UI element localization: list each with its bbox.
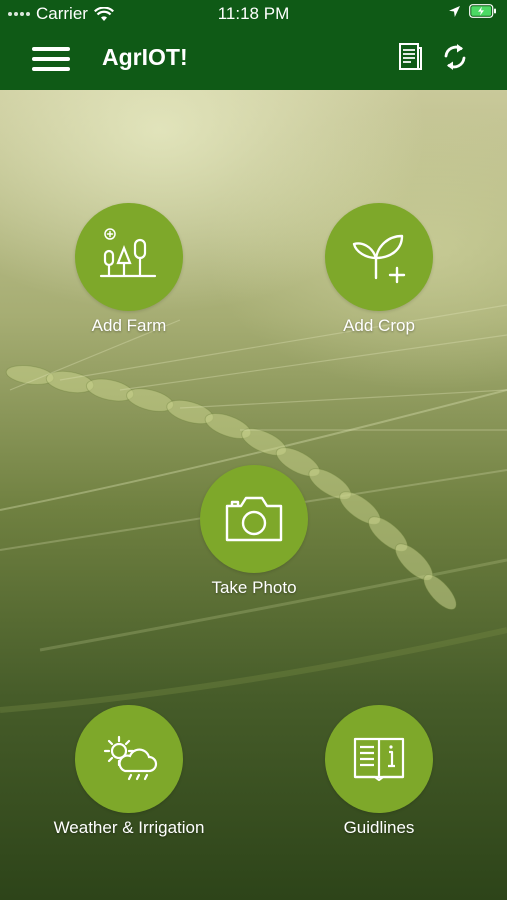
take-photo-button[interactable]: Take Photo bbox=[154, 465, 354, 598]
add-crop-label: Add Crop bbox=[343, 316, 415, 335]
farm-trees-icon bbox=[99, 228, 157, 278]
camera-icon bbox=[225, 496, 283, 542]
add-farm-label: Add Farm bbox=[91, 316, 167, 335]
weather-irrigation-label: Weather & Irrigation bbox=[53, 818, 205, 837]
hamburger-menu-icon[interactable] bbox=[32, 44, 70, 74]
weather-irrigation-circle[interactable] bbox=[75, 705, 183, 813]
app-title: AgrIOT! bbox=[102, 44, 188, 70]
weather-icon bbox=[103, 735, 158, 781]
guidelines-circle[interactable] bbox=[325, 705, 433, 813]
battery-charging-icon bbox=[469, 4, 496, 18]
add-crop-circle[interactable] bbox=[325, 203, 433, 311]
sync-icon[interactable] bbox=[438, 40, 472, 74]
add-crop-button[interactable]: Add Crop bbox=[279, 203, 479, 336]
take-photo-circle[interactable] bbox=[200, 465, 308, 573]
take-photo-label: Take Photo bbox=[211, 578, 297, 597]
add-farm-button[interactable]: Add Farm bbox=[29, 203, 229, 336]
status-bar: Carrier 11:18 PM bbox=[0, 0, 507, 30]
add-farm-circle[interactable] bbox=[75, 203, 183, 311]
book-icon bbox=[353, 737, 405, 782]
status-time: 11:18 PM bbox=[217, 4, 290, 23]
weather-irrigation-button[interactable]: Weather & Irrigation bbox=[29, 705, 229, 838]
app-header: AgrIOT! bbox=[0, 30, 507, 90]
guidelines-button[interactable]: Guidlines bbox=[279, 705, 479, 838]
status-right bbox=[448, 4, 497, 18]
location-arrow-icon bbox=[449, 5, 460, 17]
guidelines-label: Guidlines bbox=[343, 818, 415, 837]
notes-icon[interactable] bbox=[393, 40, 427, 74]
sprout-plus-icon bbox=[352, 234, 406, 284]
